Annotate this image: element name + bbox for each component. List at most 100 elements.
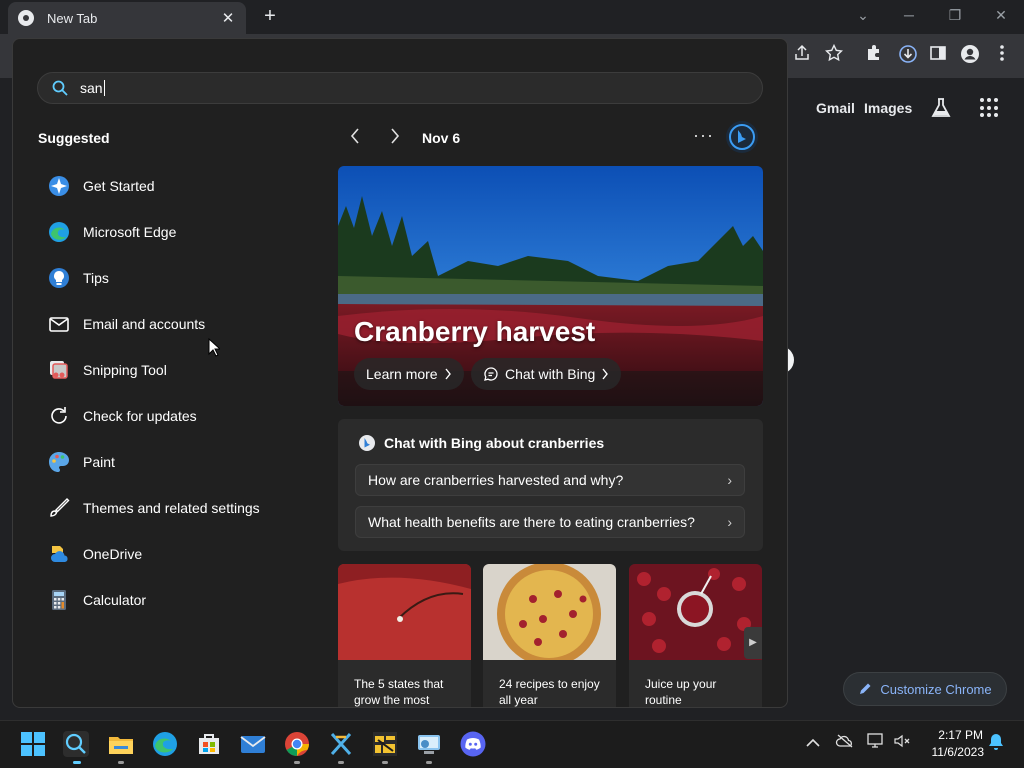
suggestion-paint[interactable]: Paint — [47, 439, 327, 485]
app-icon — [418, 735, 440, 754]
text-caret — [103, 80, 105, 96]
tab-new-tab[interactable]: New Tab ✕ — [8, 2, 246, 34]
more-options-button[interactable]: ··· — [693, 125, 714, 146]
calculator-icon — [52, 590, 66, 610]
search-input[interactable]: san — [37, 72, 763, 104]
bing-icon — [729, 124, 755, 150]
extensions-icon[interactable] — [862, 44, 886, 68]
chat-question-text: How are cranberries harvested and why? — [368, 472, 624, 488]
chat-question-1[interactable]: How are cranberries harvested and why? › — [355, 464, 745, 496]
onedrive-icon — [51, 546, 68, 562]
download-icon[interactable] — [896, 44, 920, 68]
bing-button[interactable] — [726, 121, 758, 153]
edge-icon — [153, 732, 177, 756]
suggestion-snipping-tool[interactable]: Snipping Tool — [47, 347, 327, 393]
chevron-right-icon: › — [727, 472, 732, 488]
suggestion-microsoft-edge[interactable]: Microsoft Edge — [47, 209, 327, 255]
suggestion-email-and-accounts[interactable]: Email and accounts — [47, 301, 327, 347]
maximize-button[interactable]: ❐ — [941, 4, 969, 26]
running-indicator — [338, 761, 344, 764]
chevron-right-icon — [602, 368, 609, 380]
network-icon[interactable] — [866, 733, 886, 753]
chevron-right-icon: › — [727, 514, 732, 530]
learn-more-button[interactable]: Learn more — [354, 358, 464, 390]
story-title: 24 recipes to enjoy all year — [499, 677, 600, 707]
chat-with-bing-card: Chat with Bing about cranberries How are… — [338, 419, 763, 551]
taskbar-file-explorer[interactable] — [108, 731, 134, 757]
chevron-right-icon — [445, 368, 451, 380]
story-card-3[interactable]: Juice up your routine — [629, 564, 762, 707]
highlight-date: Nov 6 — [422, 130, 461, 146]
cranberry-bog-image — [338, 564, 471, 660]
hero-card[interactable]: Cranberry harvest Learn more Chat with B… — [338, 166, 763, 406]
suggestion-onedrive[interactable]: OneDrive — [47, 531, 327, 577]
taskbar-discord[interactable] — [460, 731, 486, 757]
learn-more-label: Learn more — [366, 366, 438, 382]
mail-icon — [240, 736, 266, 753]
next-highlight-button[interactable] — [385, 127, 405, 149]
start-icon — [21, 732, 45, 756]
suggestion-tips[interactable]: Tips — [47, 255, 327, 301]
chat-card-title-text: Chat with Bing about cranberries — [384, 435, 605, 451]
tray-overflow-chevron-icon[interactable] — [803, 733, 823, 753]
notification-bell-icon[interactable] — [986, 733, 1006, 753]
labs-flask-icon[interactable] — [930, 97, 952, 119]
edge-icon — [49, 222, 69, 242]
clock-date[interactable]: 11/6/2023 — [918, 745, 985, 759]
volume-muted-icon[interactable] — [892, 733, 912, 753]
images-link[interactable]: Images — [864, 100, 912, 116]
profile-avatar[interactable] — [958, 44, 982, 68]
side-panel-icon[interactable] — [926, 44, 950, 68]
file-explorer-icon — [109, 737, 133, 754]
get-started-icon — [49, 176, 69, 196]
story-card-1[interactable]: The 5 states that grow the most — [338, 564, 471, 707]
suggestion-get-started[interactable]: Get Started — [47, 163, 327, 209]
taskbar-search-button[interactable] — [63, 731, 89, 757]
story-title: The 5 states that grow the most — [354, 677, 444, 707]
share-icon[interactable] — [790, 44, 814, 68]
customize-chrome-button[interactable]: Customize Chrome — [843, 672, 1007, 706]
suggestion-check-for-updates[interactable]: Check for updates — [47, 393, 327, 439]
onedrive-tray-icon[interactable] — [835, 733, 855, 753]
app-icon — [330, 732, 352, 756]
chat-question-2[interactable]: What health benefits are there to eating… — [355, 506, 745, 538]
bookmark-star-icon[interactable] — [822, 43, 846, 68]
start-button[interactable] — [20, 731, 46, 757]
chat-question-text: What health benefits are there to eating… — [368, 514, 695, 530]
minimize-button[interactable]: ─ — [895, 4, 923, 26]
tab-close-icon[interactable]: ✕ — [220, 9, 236, 27]
suggested-list: Get Started Microsoft Edge Tips Email an… — [47, 163, 327, 623]
snipping-tool-icon — [50, 361, 68, 379]
google-apps-icon[interactable] — [980, 98, 1000, 118]
chat-with-bing-button[interactable]: Chat with Bing — [471, 358, 622, 390]
cranberry-pie-image — [483, 564, 616, 660]
search-icon — [63, 731, 89, 757]
chat-card-title: Chat with Bing about cranberries — [358, 434, 604, 452]
new-tab-button[interactable]: + — [258, 4, 282, 28]
taskbar-edge[interactable] — [152, 731, 178, 757]
gmail-link[interactable]: Gmail — [816, 100, 855, 116]
taskbar-app-2[interactable] — [372, 731, 398, 757]
clock-time[interactable]: 2:17 PM — [923, 728, 983, 742]
app-icon — [373, 732, 397, 756]
story-card-2[interactable]: 24 recipes to enjoy all year — [483, 564, 616, 707]
taskbar-mail[interactable] — [240, 731, 266, 757]
tab-search-button[interactable]: ⌄ — [849, 4, 877, 26]
previous-highlight-button[interactable] — [345, 127, 365, 149]
chrome-favicon-icon — [18, 10, 34, 26]
search-query: san — [80, 80, 103, 96]
chrome-menu-icon[interactable] — [990, 44, 1014, 68]
suggestion-themes-and-related-settings[interactable]: Themes and related settings — [47, 485, 327, 531]
taskbar-chrome[interactable] — [284, 731, 310, 757]
chevron-right-icon — [391, 128, 400, 144]
search-active-indicator — [73, 761, 81, 764]
taskbar-store[interactable] — [196, 731, 222, 757]
running-indicator — [118, 761, 124, 764]
bing-chat-icon — [359, 435, 375, 451]
taskbar-app-3[interactable] — [416, 731, 442, 757]
suggestion-calculator[interactable]: Calculator — [47, 577, 327, 623]
windows-search-panel: san Suggested Get Started Microsoft Edge… — [12, 38, 788, 708]
close-window-button[interactable]: ✕ — [987, 4, 1015, 26]
taskbar-app-1[interactable] — [328, 731, 354, 757]
stories-next-button[interactable]: ▶ — [744, 627, 762, 659]
